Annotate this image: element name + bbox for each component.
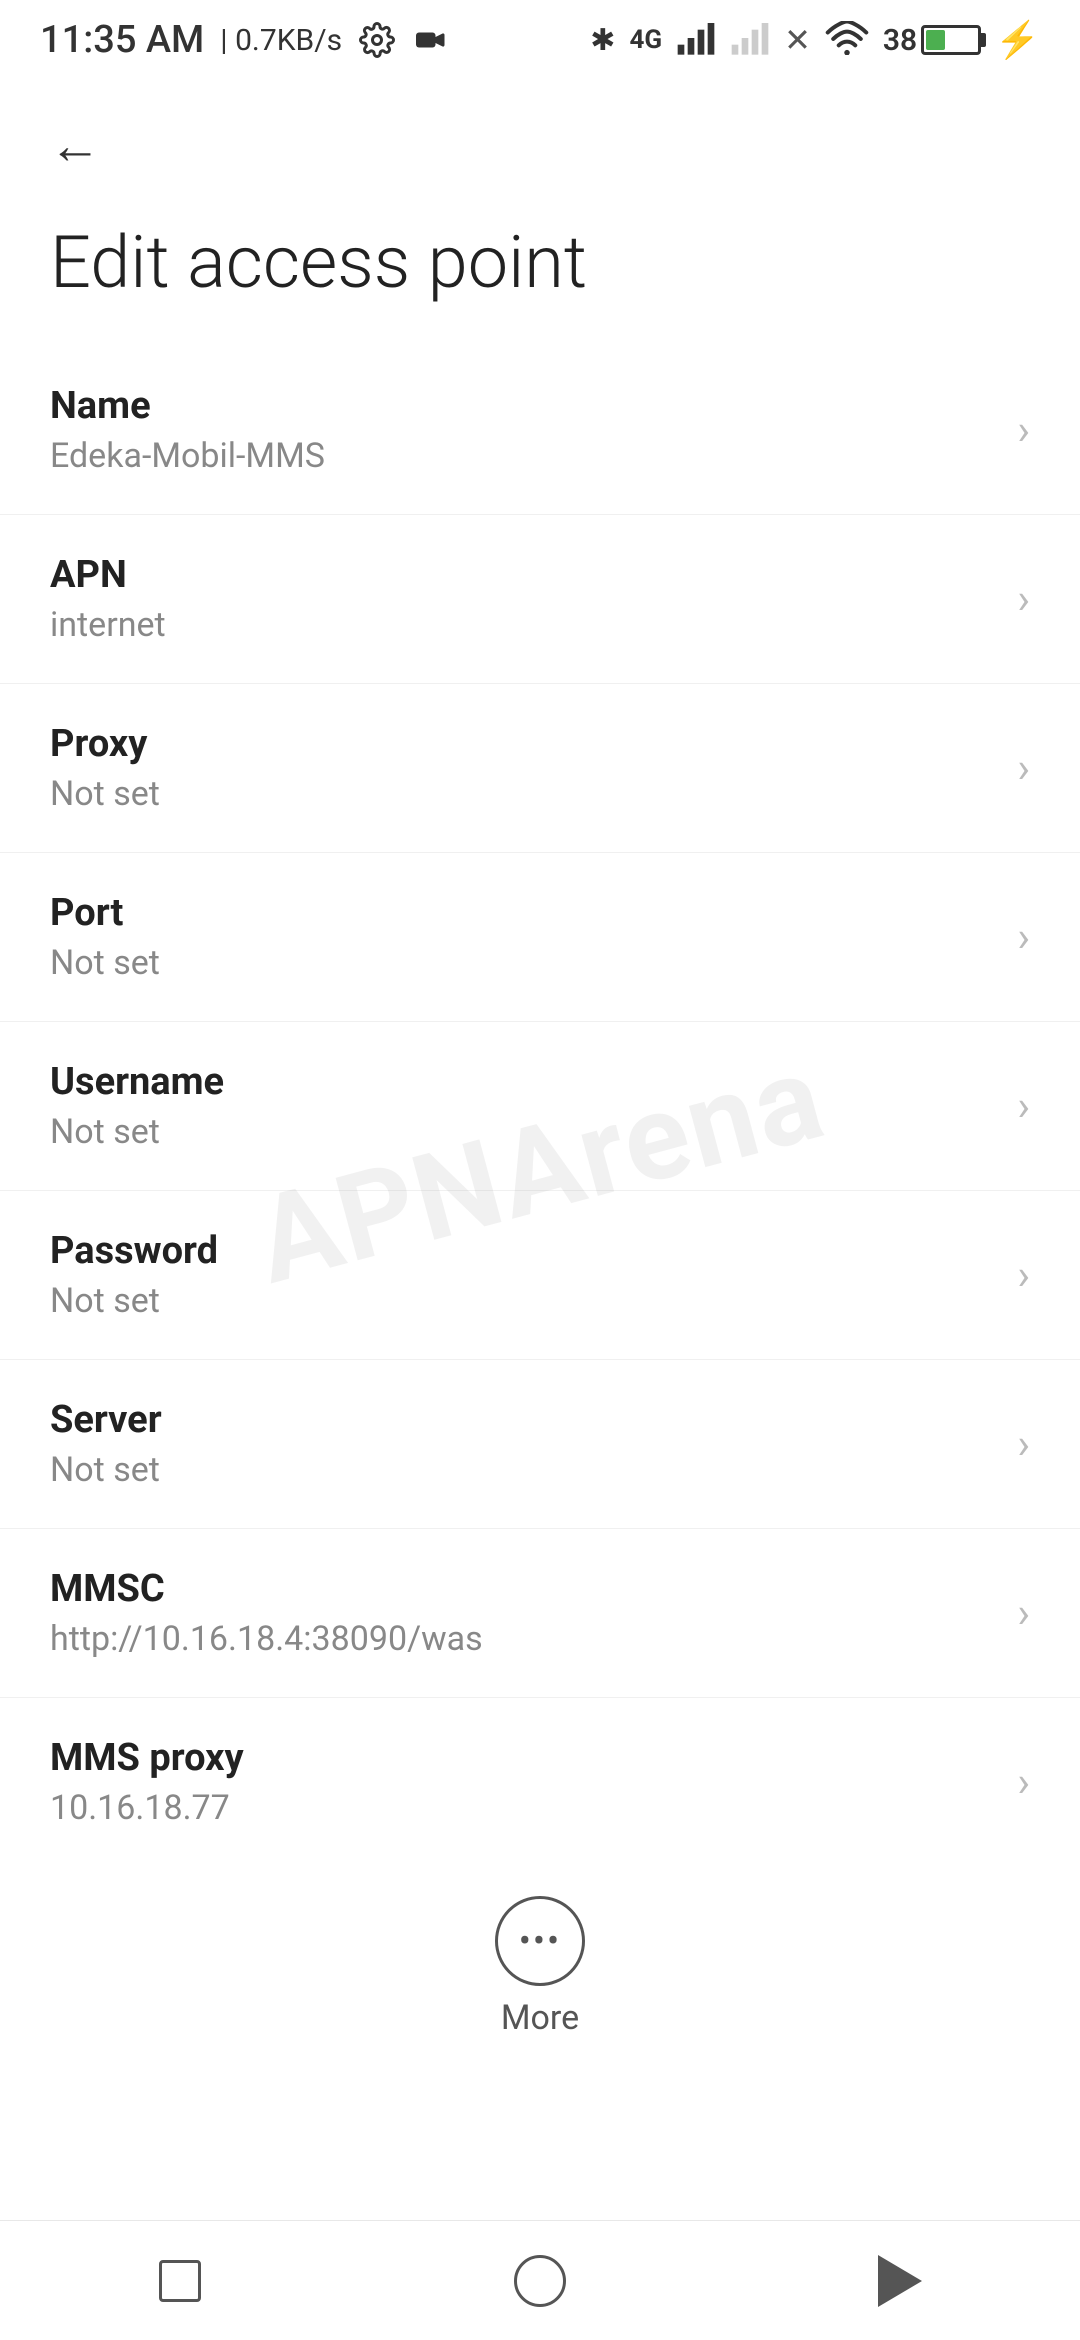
signal-bars2-icon (730, 21, 770, 59)
more-button[interactable]: ••• (495, 1896, 585, 1986)
settings-item-content-apn: APN internet (50, 553, 997, 645)
settings-label-mms-proxy: MMS proxy (50, 1736, 997, 1780)
nav-bar (0, 2220, 1080, 2340)
settings-item-name[interactable]: Name Edeka-Mobil-MMS › (0, 346, 1080, 515)
settings-item-proxy[interactable]: Proxy Not set › (0, 684, 1080, 853)
back-button[interactable]: ← (40, 110, 110, 180)
bluetooth-icon: ✱ (590, 23, 615, 58)
chevron-right-icon-server: › (1017, 1420, 1030, 1469)
settings-label-mmsc: MMSC (50, 1567, 997, 1611)
settings-item-password[interactable]: Password Not set › (0, 1191, 1080, 1360)
settings-label-proxy: Proxy (50, 722, 997, 766)
status-time: 11:35 AM (40, 18, 204, 62)
nav-home-button[interactable] (490, 2241, 590, 2321)
battery-indicator: 38 (883, 23, 981, 58)
settings-list: Name Edeka-Mobil-MMS › APN internet › Pr… (0, 346, 1080, 1866)
settings-icon (358, 21, 396, 59)
settings-item-content-mms-proxy: MMS proxy 10.16.18.77 (50, 1736, 997, 1828)
settings-value-server: Not set (50, 1450, 997, 1490)
page-title: Edit access point (0, 200, 1080, 346)
settings-label-apn: APN (50, 553, 997, 597)
chevron-right-icon-name: › (1017, 406, 1030, 455)
nav-recent-button[interactable] (130, 2241, 230, 2321)
no-signal-icon: ✕ (784, 21, 811, 59)
more-section: ••• More (0, 1866, 1080, 2058)
settings-label-password: Password (50, 1229, 997, 1273)
more-dots-icon: ••• (519, 1920, 561, 1962)
more-label: More (501, 1998, 579, 2038)
charging-icon: ⚡ (995, 19, 1040, 61)
settings-item-content-name: Name Edeka-Mobil-MMS (50, 384, 997, 476)
4g-icon: 4G (629, 25, 662, 55)
settings-item-username[interactable]: Username Not set › (0, 1022, 1080, 1191)
status-speed: | 0.7KB/s (220, 23, 342, 58)
settings-item-mmsc[interactable]: MMSC http://10.16.18.4:38090/was › (0, 1529, 1080, 1698)
back-arrow-icon: ← (49, 115, 101, 176)
camera-icon (412, 21, 450, 59)
settings-value-mmsc: http://10.16.18.4:38090/was (50, 1619, 997, 1659)
home-icon (514, 2255, 566, 2307)
chevron-right-icon-proxy: › (1017, 744, 1030, 793)
settings-label-port: Port (50, 891, 997, 935)
chevron-right-icon-mmsc: › (1017, 1589, 1030, 1638)
settings-item-content-proxy: Proxy Not set (50, 722, 997, 814)
back-nav-icon (878, 2255, 922, 2307)
settings-value-mms-proxy: 10.16.18.77 (50, 1788, 997, 1828)
nav-back-button[interactable] (850, 2241, 950, 2321)
settings-value-username: Not set (50, 1112, 997, 1152)
chevron-right-icon-username: › (1017, 1082, 1030, 1131)
settings-value-name: Edeka-Mobil-MMS (50, 436, 997, 476)
settings-item-content-mmsc: MMSC http://10.16.18.4:38090/was (50, 1567, 997, 1659)
settings-item-apn[interactable]: APN internet › (0, 515, 1080, 684)
settings-item-content-server: Server Not set (50, 1398, 997, 1490)
recent-apps-icon (159, 2260, 201, 2302)
status-right: ✱ 4G ✕ (590, 19, 1040, 61)
wifi-icon (825, 21, 869, 59)
chevron-right-icon-mms-proxy: › (1017, 1758, 1030, 1807)
settings-item-content-port: Port Not set (50, 891, 997, 983)
settings-item-server[interactable]: Server Not set › (0, 1360, 1080, 1529)
status-bar: 11:35 AM | 0.7KB/s ✱ 4G (0, 0, 1080, 80)
status-left: 11:35 AM | 0.7KB/s (40, 18, 450, 62)
settings-label-username: Username (50, 1060, 997, 1104)
signal-bars-icon (676, 21, 716, 59)
settings-value-password: Not set (50, 1281, 997, 1321)
chevron-right-icon-apn: › (1017, 575, 1030, 624)
chevron-right-icon-password: › (1017, 1251, 1030, 1300)
settings-item-content-password: Password Not set (50, 1229, 997, 1321)
settings-value-port: Not set (50, 943, 997, 983)
settings-item-port[interactable]: Port Not set › (0, 853, 1080, 1022)
settings-label-server: Server (50, 1398, 997, 1442)
settings-item-mms-proxy[interactable]: MMS proxy 10.16.18.77 › (0, 1698, 1080, 1866)
chevron-right-icon-port: › (1017, 913, 1030, 962)
settings-value-apn: internet (50, 605, 997, 645)
settings-label-name: Name (50, 384, 997, 428)
settings-item-content-username: Username Not set (50, 1060, 997, 1152)
settings-value-proxy: Not set (50, 774, 997, 814)
back-area: ← (0, 80, 1080, 200)
